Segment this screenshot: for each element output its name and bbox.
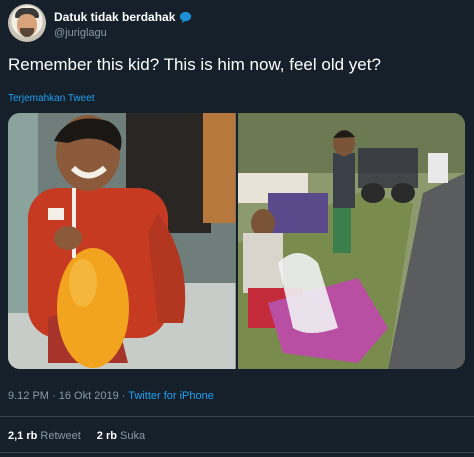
divider <box>0 416 474 417</box>
retweet-count: 2,1 rb <box>8 430 38 442</box>
tweet-header: Datuk tidak berdahak @juriglagu <box>8 4 468 44</box>
bubble-icon <box>180 11 192 23</box>
user-handle[interactable]: @juriglagu <box>54 27 107 39</box>
like-label: Suka <box>120 430 146 442</box>
tweet-text: Remember this kid? This is him now, feel… <box>8 55 381 74</box>
photo-kid-with-balloon[interactable] <box>8 113 236 369</box>
avatar[interactable] <box>8 4 46 42</box>
tweet-media[interactable] <box>8 113 465 369</box>
tweet-time[interactable]: 9.12 PM <box>8 390 49 402</box>
photo-left-illustration <box>8 113 236 369</box>
name-row: Datuk tidak berdahak <box>54 10 192 24</box>
retweet-label: Retweet <box>40 430 81 442</box>
tweet-date[interactable]: 16 Okt 2019 <box>59 390 119 402</box>
display-name[interactable]: Datuk tidak berdahak <box>54 10 175 24</box>
photo-right-illustration <box>237 113 465 369</box>
tweet-source[interactable]: Twitter for iPhone <box>128 390 214 402</box>
like-stat[interactable]: 2 rb Suka <box>97 430 145 442</box>
separator-dot: · <box>48 390 59 402</box>
retweet-stat[interactable]: 2,1 rb Retweet <box>8 430 81 442</box>
separator-dot: · <box>118 390 129 402</box>
like-count: 2 rb <box>96 430 117 442</box>
engagement-stats: 2,1 rb Retweet 2 rb Suka <box>8 430 145 442</box>
photo-man-inflating-bag[interactable] <box>237 113 465 369</box>
translate-link[interactable]: Terjemahkan Tweet <box>8 93 95 104</box>
divider <box>0 452 474 453</box>
timestamp-row: 9.12 PM · 16 Okt 2019 · Twitter for iPho… <box>8 390 214 402</box>
